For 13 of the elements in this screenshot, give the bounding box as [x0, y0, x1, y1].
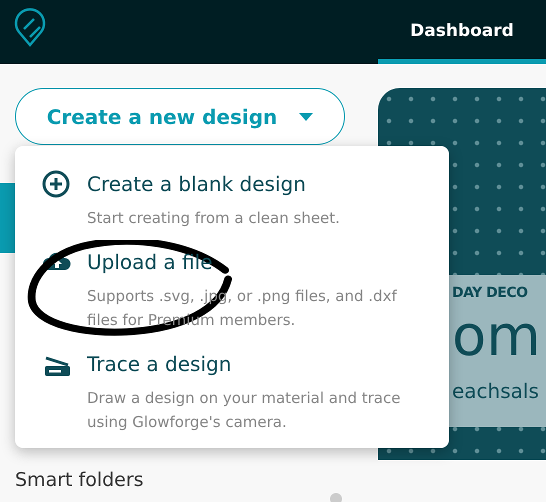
caret-icon — [299, 112, 314, 120]
plus-circle-icon — [42, 170, 72, 198]
scroll-handle[interactable] — [330, 493, 342, 502]
menu-item-description: Start creating from a clean sheet. — [87, 208, 340, 229]
section-title: Smart folders — [15, 469, 145, 491]
menu-item[interactable]: Create a blank design — [87, 170, 306, 198]
logo-icon[interactable] — [14, 7, 46, 47]
card-title: om — [452, 303, 541, 371]
menu-item[interactable]: Trace a design — [87, 350, 232, 378]
menu-item[interactable]: Upload a file — [87, 248, 213, 276]
sidebar-highlight — [0, 183, 15, 253]
card-link[interactable]: eachsals — [452, 379, 539, 403]
card-subtitle: DAY DECO — [452, 285, 528, 301]
